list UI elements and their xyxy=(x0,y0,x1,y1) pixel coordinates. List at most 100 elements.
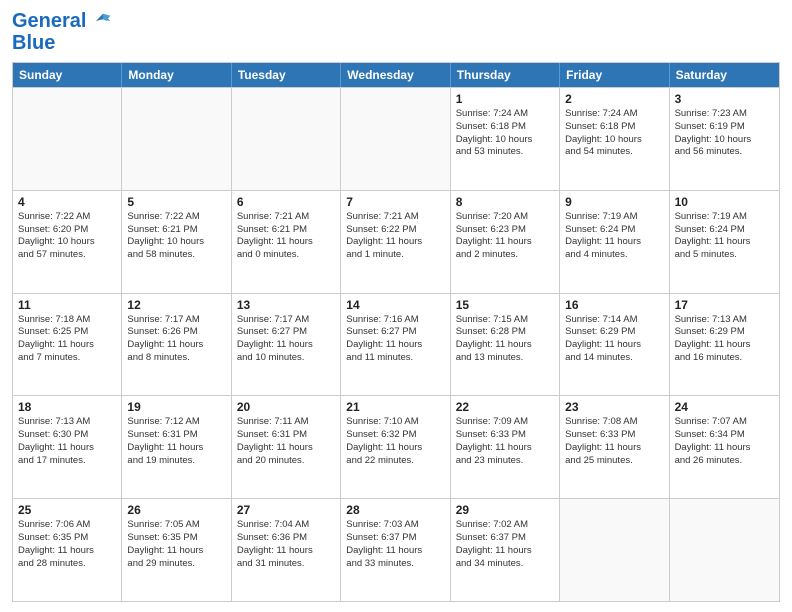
day-number: 10 xyxy=(675,195,774,209)
day-info: Sunrise: 7:20 AM Sunset: 6:23 PM Dayligh… xyxy=(456,211,554,262)
calendar-cell: 5Sunrise: 7:22 AM Sunset: 6:21 PM Daylig… xyxy=(122,191,231,293)
day-number: 6 xyxy=(237,195,335,209)
day-info: Sunrise: 7:05 AM Sunset: 6:35 PM Dayligh… xyxy=(127,519,225,570)
day-number: 18 xyxy=(18,400,116,414)
day-info: Sunrise: 7:09 AM Sunset: 6:33 PM Dayligh… xyxy=(456,416,554,467)
day-info: Sunrise: 7:04 AM Sunset: 6:36 PM Dayligh… xyxy=(237,519,335,570)
day-number: 21 xyxy=(346,400,444,414)
calendar-cell: 24Sunrise: 7:07 AM Sunset: 6:34 PM Dayli… xyxy=(670,396,779,498)
calendar-cell xyxy=(670,499,779,601)
day-number: 4 xyxy=(18,195,116,209)
header-day-wednesday: Wednesday xyxy=(341,63,450,87)
day-number: 19 xyxy=(127,400,225,414)
day-number: 8 xyxy=(456,195,554,209)
day-info: Sunrise: 7:24 AM Sunset: 6:18 PM Dayligh… xyxy=(456,108,554,159)
day-info: Sunrise: 7:08 AM Sunset: 6:33 PM Dayligh… xyxy=(565,416,663,467)
day-info: Sunrise: 7:15 AM Sunset: 6:28 PM Dayligh… xyxy=(456,314,554,365)
day-number: 23 xyxy=(565,400,663,414)
day-number: 25 xyxy=(18,503,116,517)
day-number: 9 xyxy=(565,195,663,209)
day-number: 7 xyxy=(346,195,444,209)
day-number: 28 xyxy=(346,503,444,517)
calendar-cell xyxy=(341,88,450,190)
day-number: 24 xyxy=(675,400,774,414)
calendar-cell xyxy=(13,88,122,190)
day-number: 29 xyxy=(456,503,554,517)
day-number: 22 xyxy=(456,400,554,414)
calendar-cell: 8 Sunrise: 7:20 AM Sunset: 6:23 PM Daylig… xyxy=(451,191,560,293)
calendar-cell: 27 Sunrise: 7:04 AM Sunset: 6:36 PM Dayli… xyxy=(232,499,341,601)
day-number: 1 xyxy=(456,92,554,106)
day-info: Sunrise: 7:17 AM Sunset: 6:26 PM Dayligh… xyxy=(127,314,225,365)
calendar-cell: 2 Sunrise: 7:24 AM Sunset: 6:18 PM Daylig… xyxy=(560,88,669,190)
logo-text: General xyxy=(12,10,112,32)
calendar-cell: 15 Sunrise: 7:15 AM Sunset: 6:28 PM Dayli… xyxy=(451,294,560,396)
calendar-cell: 23 Sunrise: 7:08 AM Sunset: 6:33 PM Dayli… xyxy=(560,396,669,498)
header-day-thursday: Thursday xyxy=(451,63,560,87)
day-number: 13 xyxy=(237,298,335,312)
calendar-cell: 16Sunrise: 7:14 AM Sunset: 6:29 PM Dayli… xyxy=(560,294,669,396)
day-info: Sunrise: 7:13 AM Sunset: 6:30 PM Dayligh… xyxy=(18,416,116,467)
calendar-cell: 21 Sunrise: 7:10 AM Sunset: 6:32 PM Dayli… xyxy=(341,396,450,498)
calendar-row-4: 25Sunrise: 7:06 AM Sunset: 6:35 PM Dayli… xyxy=(13,498,779,601)
header-day-monday: Monday xyxy=(122,63,231,87)
day-info: Sunrise: 7:23 AM Sunset: 6:19 PM Dayligh… xyxy=(675,108,774,159)
day-number: 17 xyxy=(675,298,774,312)
header: General Blue xyxy=(12,10,780,54)
header-day-tuesday: Tuesday xyxy=(232,63,341,87)
day-number: 27 xyxy=(237,503,335,517)
day-info: Sunrise: 7:11 AM Sunset: 6:31 PM Dayligh… xyxy=(237,416,335,467)
day-info: Sunrise: 7:16 AM Sunset: 6:27 PM Dayligh… xyxy=(346,314,444,365)
calendar-cell: 26 Sunrise: 7:05 AM Sunset: 6:35 PM Dayli… xyxy=(122,499,231,601)
calendar-cell: 10 Sunrise: 7:19 AM Sunset: 6:24 PM Dayli… xyxy=(670,191,779,293)
calendar-cell: 7 Sunrise: 7:21 AM Sunset: 6:22 PM Daylig… xyxy=(341,191,450,293)
logo-bird-icon xyxy=(94,12,112,30)
header-day-friday: Friday xyxy=(560,63,669,87)
day-info: Sunrise: 7:21 AM Sunset: 6:21 PM Dayligh… xyxy=(237,211,335,262)
logo: General Blue xyxy=(12,10,112,54)
day-number: 20 xyxy=(237,400,335,414)
day-number: 2 xyxy=(565,92,663,106)
calendar-cell: 4 Sunrise: 7:22 AM Sunset: 6:20 PM Daylig… xyxy=(13,191,122,293)
calendar-cell: 6 Sunrise: 7:21 AM Sunset: 6:21 PM Daylig… xyxy=(232,191,341,293)
day-info: Sunrise: 7:13 AM Sunset: 6:29 PM Dayligh… xyxy=(675,314,774,365)
day-number: 12 xyxy=(127,298,225,312)
calendar-row-0: 1 Sunrise: 7:24 AM Sunset: 6:18 PM Daylig… xyxy=(13,87,779,190)
calendar-row-1: 4 Sunrise: 7:22 AM Sunset: 6:20 PM Daylig… xyxy=(13,190,779,293)
day-info: Sunrise: 7:19 AM Sunset: 6:24 PM Dayligh… xyxy=(675,211,774,262)
calendar-cell xyxy=(122,88,231,190)
logo-blue: Blue xyxy=(12,32,112,54)
calendar-header: SundayMondayTuesdayWednesdayThursdayFrid… xyxy=(13,63,779,87)
calendar-body: 1 Sunrise: 7:24 AM Sunset: 6:18 PM Daylig… xyxy=(13,87,779,601)
day-info: Sunrise: 7:02 AM Sunset: 6:37 PM Dayligh… xyxy=(456,519,554,570)
calendar-cell: 1 Sunrise: 7:24 AM Sunset: 6:18 PM Daylig… xyxy=(451,88,560,190)
day-info: Sunrise: 7:14 AM Sunset: 6:29 PM Dayligh… xyxy=(565,314,663,365)
calendar-cell xyxy=(560,499,669,601)
day-number: 15 xyxy=(456,298,554,312)
day-info: Sunrise: 7:24 AM Sunset: 6:18 PM Dayligh… xyxy=(565,108,663,159)
day-info: Sunrise: 7:22 AM Sunset: 6:20 PM Dayligh… xyxy=(18,211,116,262)
logo-general: General xyxy=(12,10,86,32)
header-day-sunday: Sunday xyxy=(13,63,122,87)
calendar-cell: 19 Sunrise: 7:12 AM Sunset: 6:31 PM Dayli… xyxy=(122,396,231,498)
day-number: 26 xyxy=(127,503,225,517)
day-number: 3 xyxy=(675,92,774,106)
calendar-cell: 29 Sunrise: 7:02 AM Sunset: 6:37 PM Dayli… xyxy=(451,499,560,601)
calendar-cell: 11Sunrise: 7:18 AM Sunset: 6:25 PM Dayli… xyxy=(13,294,122,396)
calendar-cell: 28Sunrise: 7:03 AM Sunset: 6:37 PM Dayli… xyxy=(341,499,450,601)
day-info: Sunrise: 7:12 AM Sunset: 6:31 PM Dayligh… xyxy=(127,416,225,467)
calendar-cell: 20 Sunrise: 7:11 AM Sunset: 6:31 PM Dayli… xyxy=(232,396,341,498)
day-info: Sunrise: 7:10 AM Sunset: 6:32 PM Dayligh… xyxy=(346,416,444,467)
calendar-cell xyxy=(232,88,341,190)
calendar: SundayMondayTuesdayWednesdayThursdayFrid… xyxy=(12,62,780,602)
calendar-cell: 13Sunrise: 7:17 AM Sunset: 6:27 PM Dayli… xyxy=(232,294,341,396)
day-number: 5 xyxy=(127,195,225,209)
day-info: Sunrise: 7:21 AM Sunset: 6:22 PM Dayligh… xyxy=(346,211,444,262)
page: General Blue SundayMondayTuesdayWednesda… xyxy=(0,0,792,612)
calendar-cell: 14Sunrise: 7:16 AM Sunset: 6:27 PM Dayli… xyxy=(341,294,450,396)
calendar-cell: 12 Sunrise: 7:17 AM Sunset: 6:26 PM Dayli… xyxy=(122,294,231,396)
day-info: Sunrise: 7:19 AM Sunset: 6:24 PM Dayligh… xyxy=(565,211,663,262)
calendar-row-2: 11Sunrise: 7:18 AM Sunset: 6:25 PM Dayli… xyxy=(13,293,779,396)
calendar-cell: 18 Sunrise: 7:13 AM Sunset: 6:30 PM Dayli… xyxy=(13,396,122,498)
header-day-saturday: Saturday xyxy=(670,63,779,87)
